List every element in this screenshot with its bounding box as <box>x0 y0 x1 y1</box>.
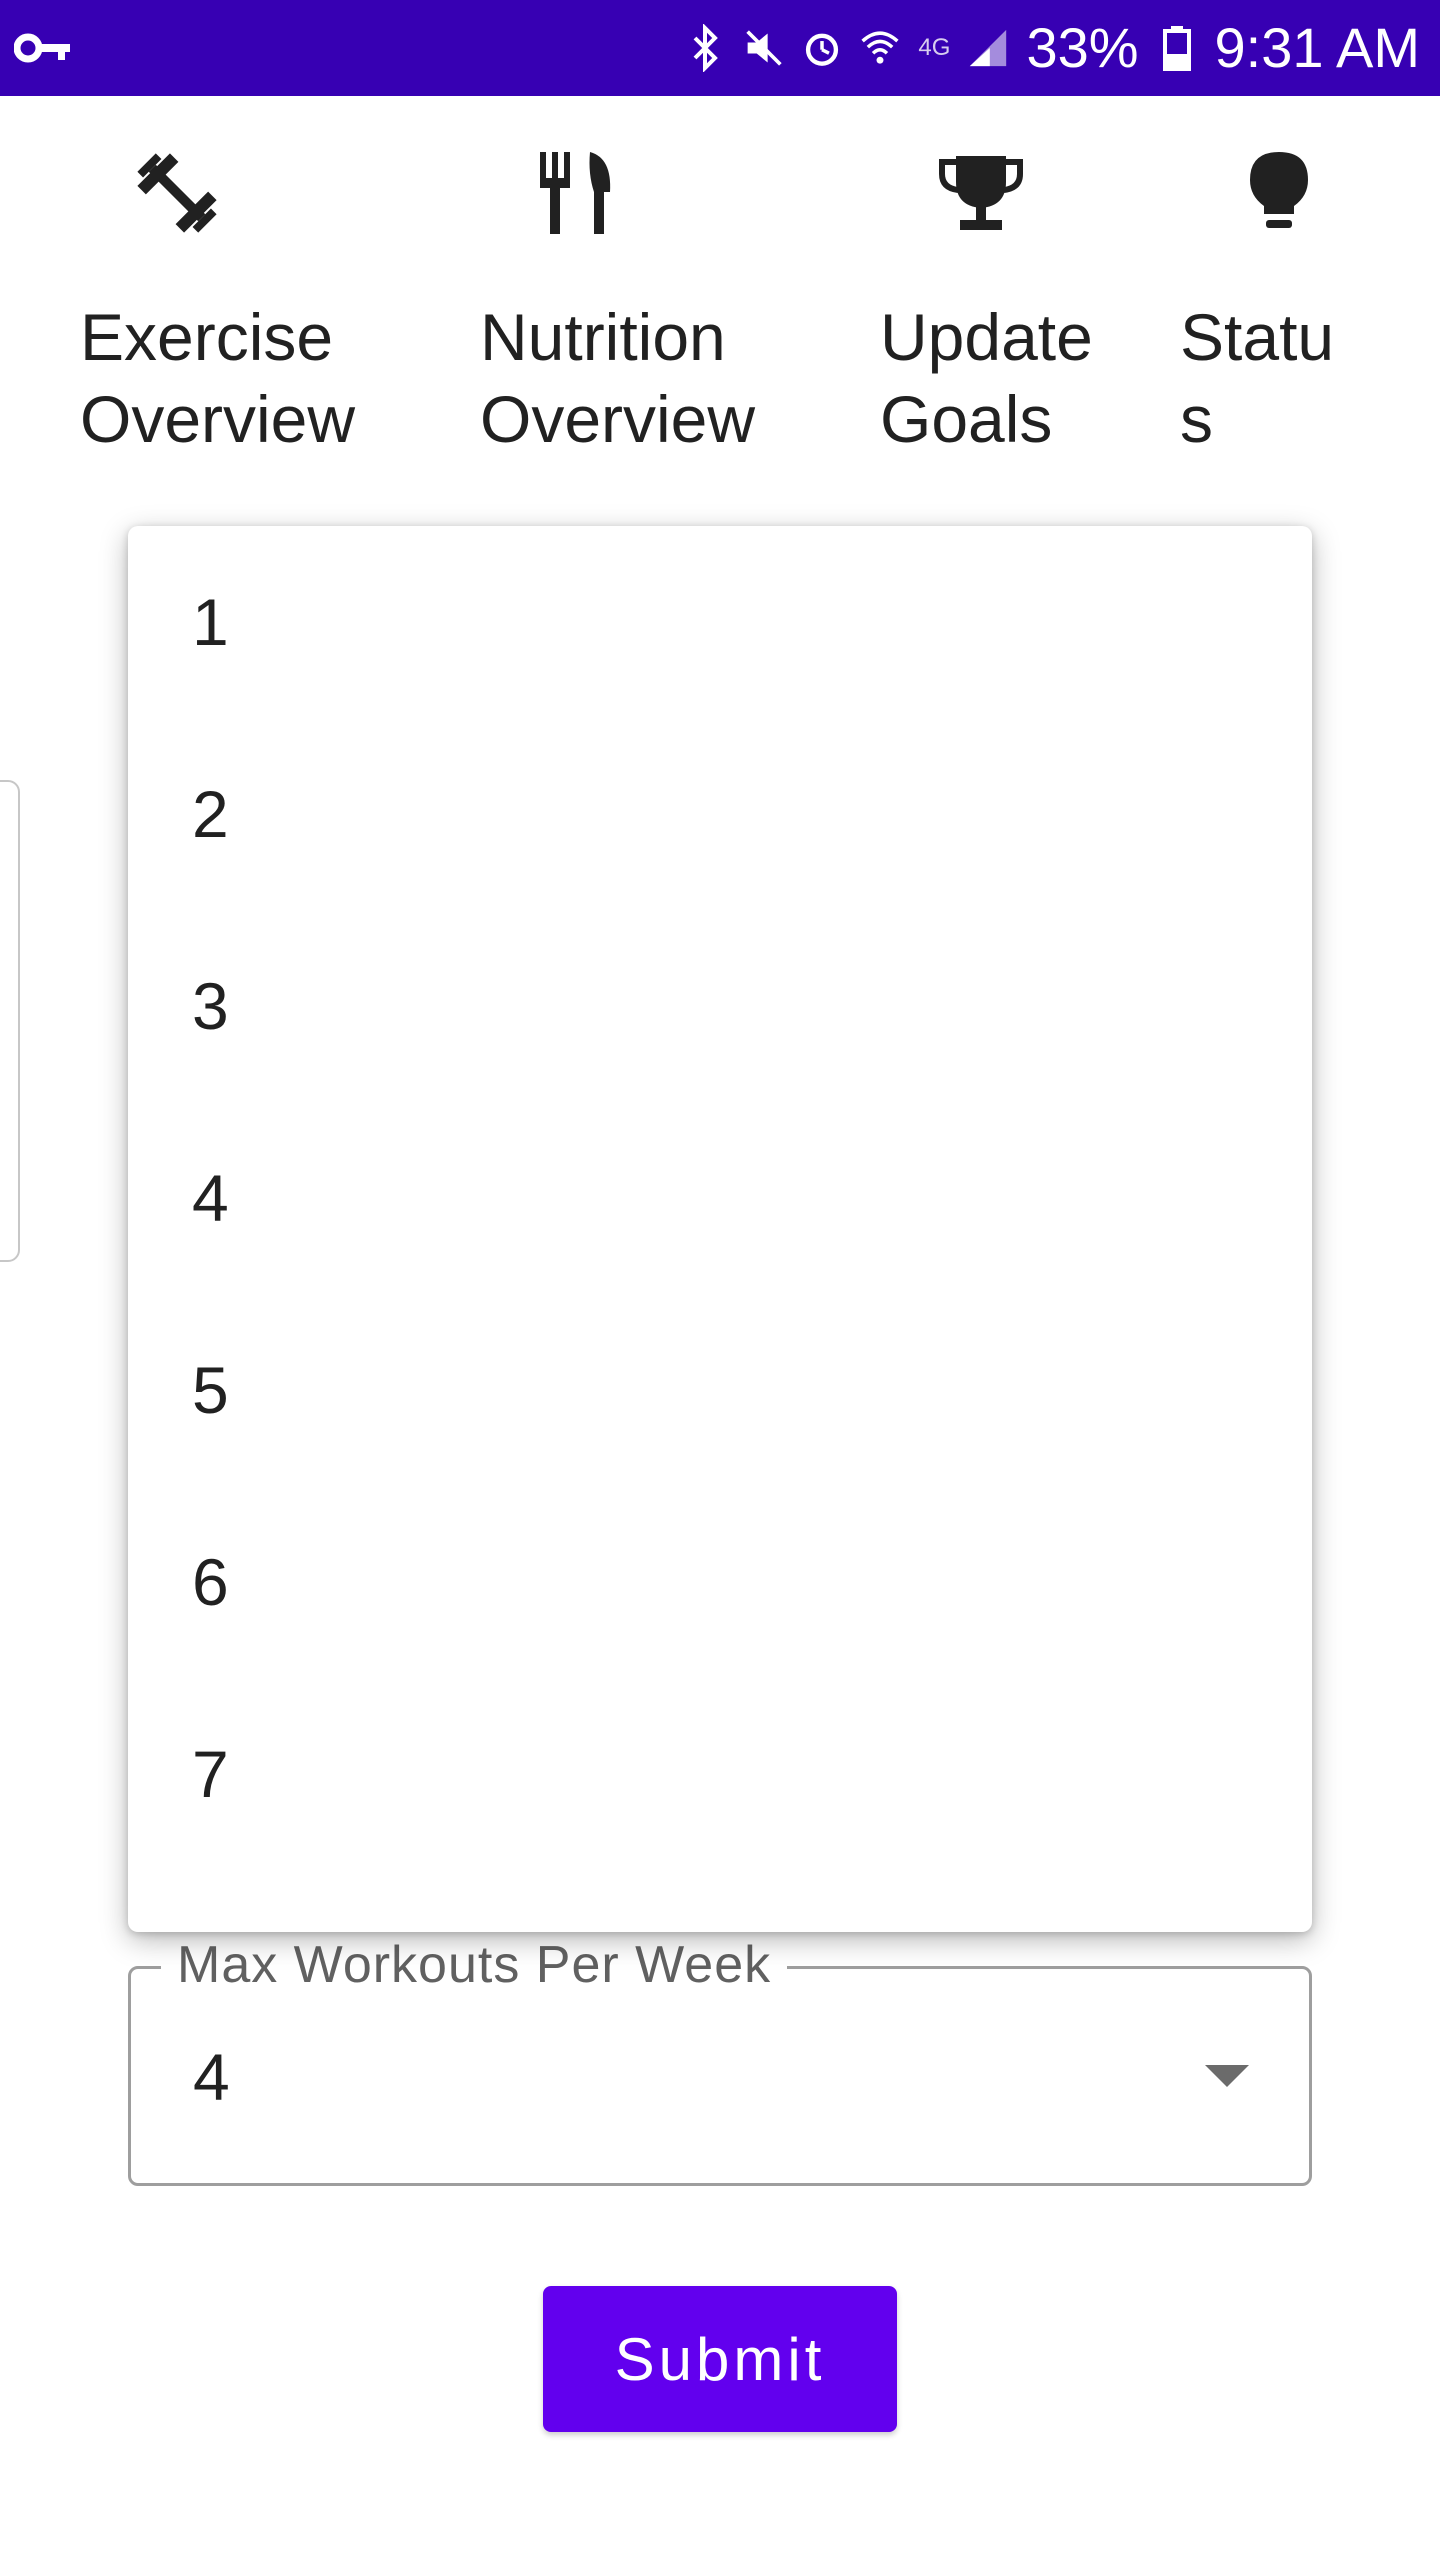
wifi-icon <box>860 24 900 72</box>
nav-exercise-overview[interactable]: Exercise Overview <box>80 96 400 476</box>
max-workouts-select[interactable]: Max Workouts Per Week 4 <box>128 1933 1312 2186</box>
max-workouts-label: Max Workouts Per Week <box>161 1933 788 1997</box>
dumbbell-icon <box>132 148 222 238</box>
submit-button[interactable]: Submit <box>543 2286 897 2432</box>
dropdown-option[interactable]: 3 <box>128 910 1312 1102</box>
fork-knife-icon <box>534 148 624 238</box>
clock: 9:31 AM <box>1214 16 1420 79</box>
trophy-icon <box>936 148 1026 238</box>
dropdown-option[interactable]: 4 <box>128 1102 1312 1294</box>
dropdown-menu: 1 2 3 4 5 6 7 <box>128 526 1312 1932</box>
nav-status[interactable]: Statu s <box>1180 96 1380 476</box>
dropdown-option[interactable]: 7 <box>128 1678 1312 1870</box>
nav-nutrition-overview[interactable]: Nutrition Overview <box>480 96 800 476</box>
nav-label-goals: Update Goals <box>880 300 1093 456</box>
vpn-key-icon <box>13 28 74 68</box>
alarm-icon <box>802 24 842 72</box>
dropdown-arrow-icon[interactable] <box>1205 2065 1249 2087</box>
max-workouts-value: 4 <box>193 2040 230 2114</box>
nav-update-goals[interactable]: Update Goals <box>880 96 1140 476</box>
signal-icon <box>968 24 1008 72</box>
dropdown-option[interactable]: 2 <box>128 718 1312 910</box>
top-nav: Exercise Overview Nutrition Overview Upd… <box>0 96 1440 476</box>
bluetooth-icon <box>686 24 726 72</box>
status-bar: 4G 33% 9:31 AM <box>0 0 1440 96</box>
nav-label-status: Statu s <box>1180 300 1335 456</box>
nav-label-exercise: Exercise Overview <box>80 300 356 456</box>
battery-icon <box>1157 24 1197 72</box>
dropdown-option[interactable]: 5 <box>128 1294 1312 1486</box>
mute-icon <box>744 24 784 72</box>
battery-percent: 33% <box>1026 16 1139 79</box>
left-edge-card <box>0 780 20 1262</box>
network-type: 4G <box>918 34 951 61</box>
nav-label-nutrition: Nutrition Overview <box>480 300 756 456</box>
lightbulb-icon <box>1234 148 1324 238</box>
dropdown-option[interactable]: 6 <box>128 1486 1312 1678</box>
dropdown-option[interactable]: 1 <box>128 526 1312 718</box>
